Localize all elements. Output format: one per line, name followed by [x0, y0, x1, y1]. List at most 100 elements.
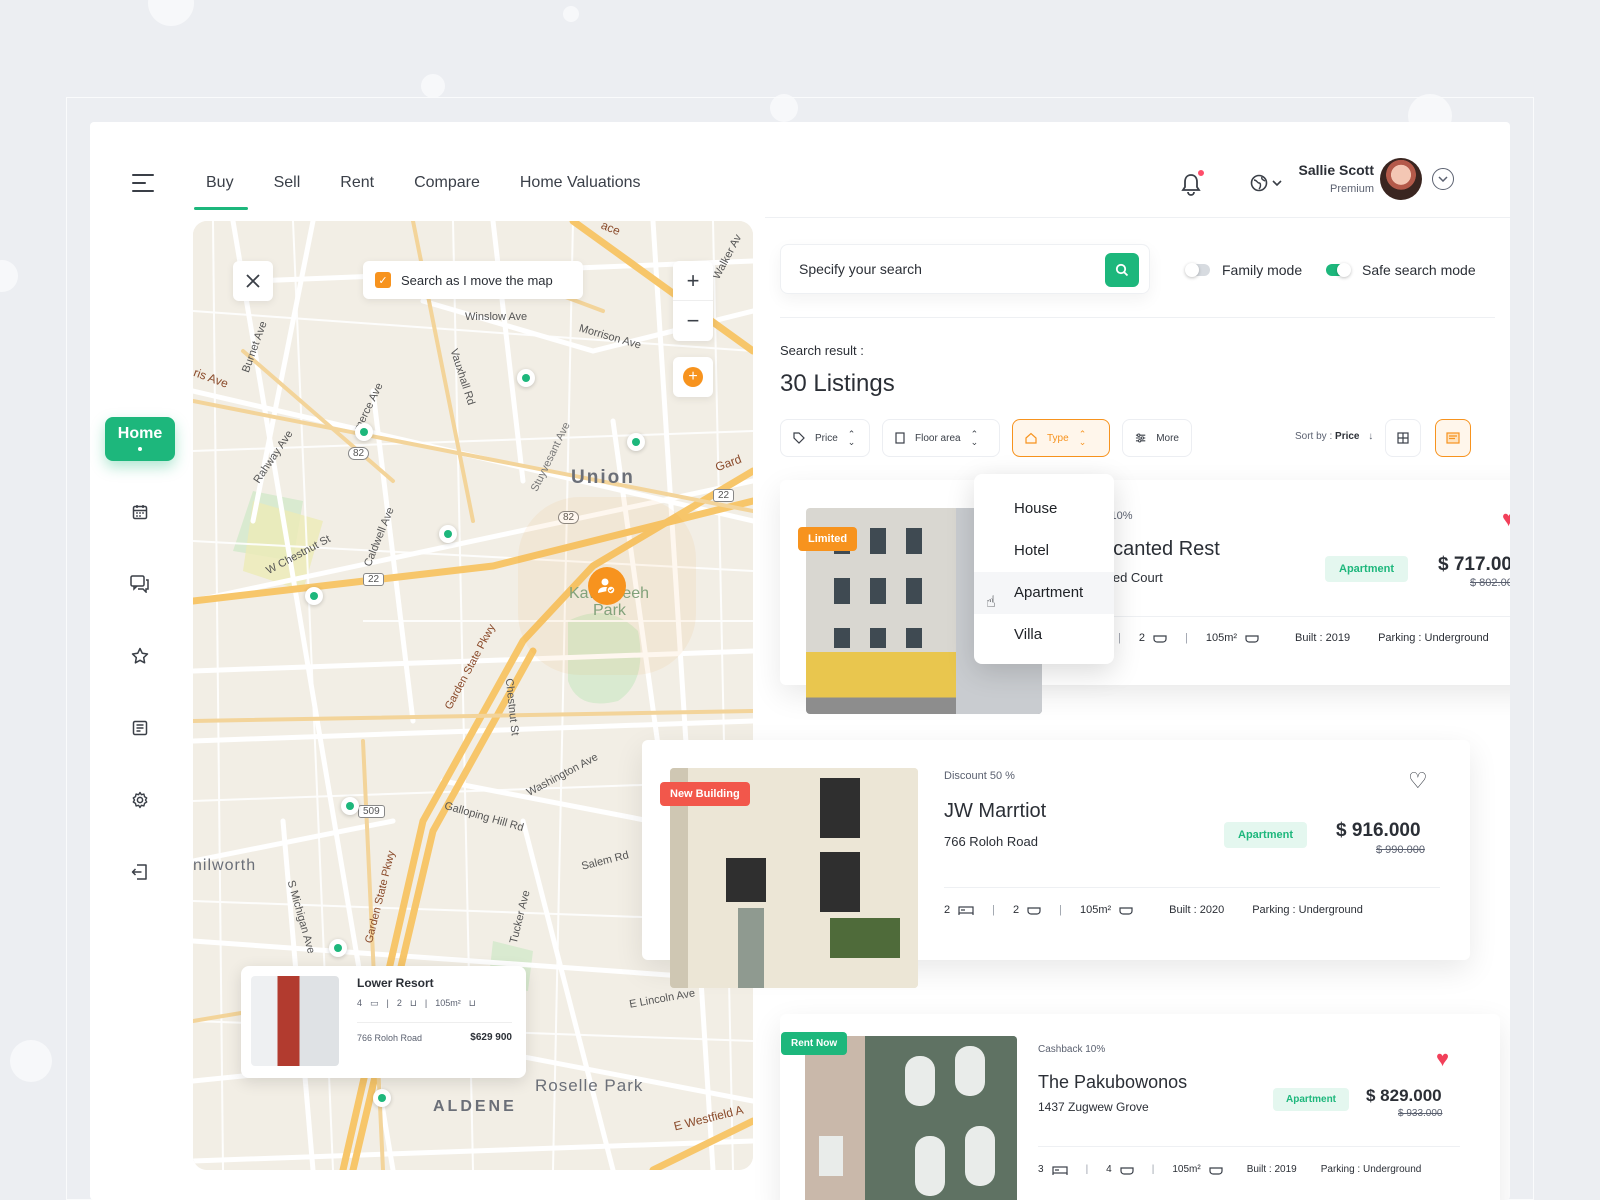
map-add-button[interactable]: + [673, 357, 713, 397]
option-label: Villa [1014, 626, 1043, 643]
close-map-button[interactable] [233, 261, 273, 301]
sort-value: Price [1335, 431, 1360, 442]
map-pin[interactable] [517, 369, 535, 387]
area-value: 105m² [1079, 904, 1112, 916]
safe-search-toggle[interactable] [1326, 263, 1351, 277]
menu-icon[interactable] [132, 174, 154, 198]
listing-title: JW Marrtiot [944, 800, 1047, 822]
search-as-move-toggle[interactable]: ✓ Search as I move the map [363, 261, 583, 299]
beds-count: 4 [357, 998, 363, 1008]
option-label: Hotel [1014, 542, 1050, 559]
bed-icon [1051, 1165, 1068, 1175]
search-result-label: Search result : [780, 343, 864, 358]
listing-features: 2 | 2 | 105m² Built : 2020 Parking : Und… [944, 904, 1363, 916]
favorite-heart-icon[interactable]: ♥ [1502, 508, 1510, 530]
filter-label: Type [1047, 432, 1069, 444]
map-pin[interactable] [439, 525, 457, 543]
tab-buy[interactable]: Buy [194, 160, 254, 210]
gear-icon[interactable] [130, 790, 150, 810]
favorite-heart-icon[interactable]: ♥ [1436, 1048, 1449, 1070]
tab-label: Home Valuations [519, 174, 641, 191]
bg-bubble [148, 0, 194, 26]
dropdown-option-house[interactable]: House [974, 488, 1114, 530]
active-dot [138, 447, 142, 451]
list-view-button[interactable] [1435, 419, 1471, 457]
tab-rent[interactable]: Rent [340, 160, 394, 206]
zoom-in-button[interactable]: + [673, 261, 713, 301]
listing-old-price: $ 933.000 [1398, 1108, 1443, 1119]
listing-type-tag: Apartment [1273, 1088, 1350, 1111]
listing-promo: Cashback 10% [1038, 1044, 1106, 1055]
listing-thumbnail [251, 976, 339, 1066]
listing-title: Lower Resort [357, 976, 434, 990]
bg-bubble [0, 260, 18, 292]
beds-count: 2 [944, 904, 951, 916]
search-input[interactable]: Specify your search [780, 244, 1150, 294]
price-filter[interactable]: Price ⌃ ⌄ [780, 419, 870, 457]
map-route-509: 509 [358, 805, 385, 818]
tab-label: Buy [206, 174, 234, 191]
map-pin[interactable] [341, 797, 359, 815]
map-label-winslow: Winslow Ave [465, 311, 528, 323]
built-year: Built : 2019 [1295, 632, 1351, 644]
bath-icon [1027, 905, 1041, 915]
baths-count: 2 [396, 998, 402, 1008]
map-pin[interactable] [355, 423, 373, 441]
area-icon: ⊔ [468, 998, 476, 1008]
bg-bubble [563, 6, 579, 22]
tab-home-valuations[interactable]: Home Valuations [520, 160, 661, 206]
chat-icon[interactable] [130, 574, 150, 594]
tab-compare[interactable]: Compare [414, 160, 500, 206]
sort-control[interactable]: Sort by : Price ↓ [1295, 431, 1373, 442]
zoom-out-button[interactable]: − [673, 301, 713, 341]
floor-area-filter[interactable]: Floor area ⌃ ⌄ [882, 419, 1000, 457]
type-filter[interactable]: Type ⌃ ⌄ [1012, 419, 1110, 457]
separator: | [1151, 1164, 1155, 1175]
search-button[interactable] [1105, 253, 1139, 287]
user-location-icon[interactable] [588, 567, 626, 605]
map-listing-card[interactable]: Lower Resort 4 ▭ | 2 ⊔ | 105m² ⊔ 766 Rol… [241, 966, 526, 1078]
document-icon[interactable] [130, 718, 150, 738]
star-icon[interactable] [130, 646, 150, 666]
sidebar-item-home[interactable]: Home [105, 417, 175, 461]
parking-info: Parking : Underground [1252, 904, 1363, 916]
favorite-heart-outline-icon[interactable]: ♡ [1408, 770, 1428, 792]
family-mode-label: Family mode [1222, 262, 1303, 278]
dropdown-option-apartment[interactable]: ☝ Apartment [974, 572, 1114, 614]
dropdown-option-villa[interactable]: Villa [974, 614, 1114, 656]
map-route-82: 82 [348, 447, 370, 460]
area-value: 105m² [1172, 1164, 1201, 1175]
separator: | [992, 904, 995, 916]
avatar[interactable] [1380, 158, 1422, 200]
listing-badge: Rent Now [781, 1032, 848, 1055]
more-filter[interactable]: More [1122, 419, 1192, 457]
calendar-icon[interactable] [130, 502, 150, 522]
checkbox-checked-icon[interactable]: ✓ [375, 272, 391, 288]
map-pin[interactable] [329, 939, 347, 957]
divider [1102, 616, 1510, 617]
built-year: Built : 2020 [1169, 904, 1225, 916]
listing-old-price: $ 802.000 [1470, 577, 1510, 589]
map-view[interactable]: Union Kawameeh Park Roselle Park ALDENE … [193, 221, 753, 1170]
bell-icon[interactable] [1180, 168, 1206, 196]
sort-updown-icon: ⌃ ⌄ [847, 429, 856, 447]
map-pin[interactable] [305, 587, 323, 605]
separator: | [1184, 632, 1188, 644]
logout-icon[interactable] [130, 862, 150, 882]
listing-price: $ 916.000 [1336, 820, 1421, 841]
divider [944, 887, 1440, 888]
map-pin[interactable] [373, 1089, 391, 1107]
listing-features: 4 ▭ | 2 ⊔ | 105m² ⊔ [357, 998, 476, 1009]
language-selector[interactable] [1250, 174, 1282, 192]
family-mode-toggle[interactable] [1185, 263, 1210, 277]
area-icon [1119, 905, 1133, 915]
user-menu-chevron-icon[interactable] [1432, 168, 1454, 190]
listing-type-tag: Apartment [1325, 556, 1409, 582]
type-dropdown: House Hotel ☝ Apartment Villa [974, 474, 1114, 664]
close-icon [246, 274, 260, 288]
map-pin[interactable] [627, 433, 645, 451]
tab-sell[interactable]: Sell [274, 160, 321, 206]
area-value: 105m² [1205, 632, 1238, 644]
dropdown-option-hotel[interactable]: Hotel [974, 530, 1114, 572]
grid-view-button[interactable] [1385, 419, 1421, 457]
